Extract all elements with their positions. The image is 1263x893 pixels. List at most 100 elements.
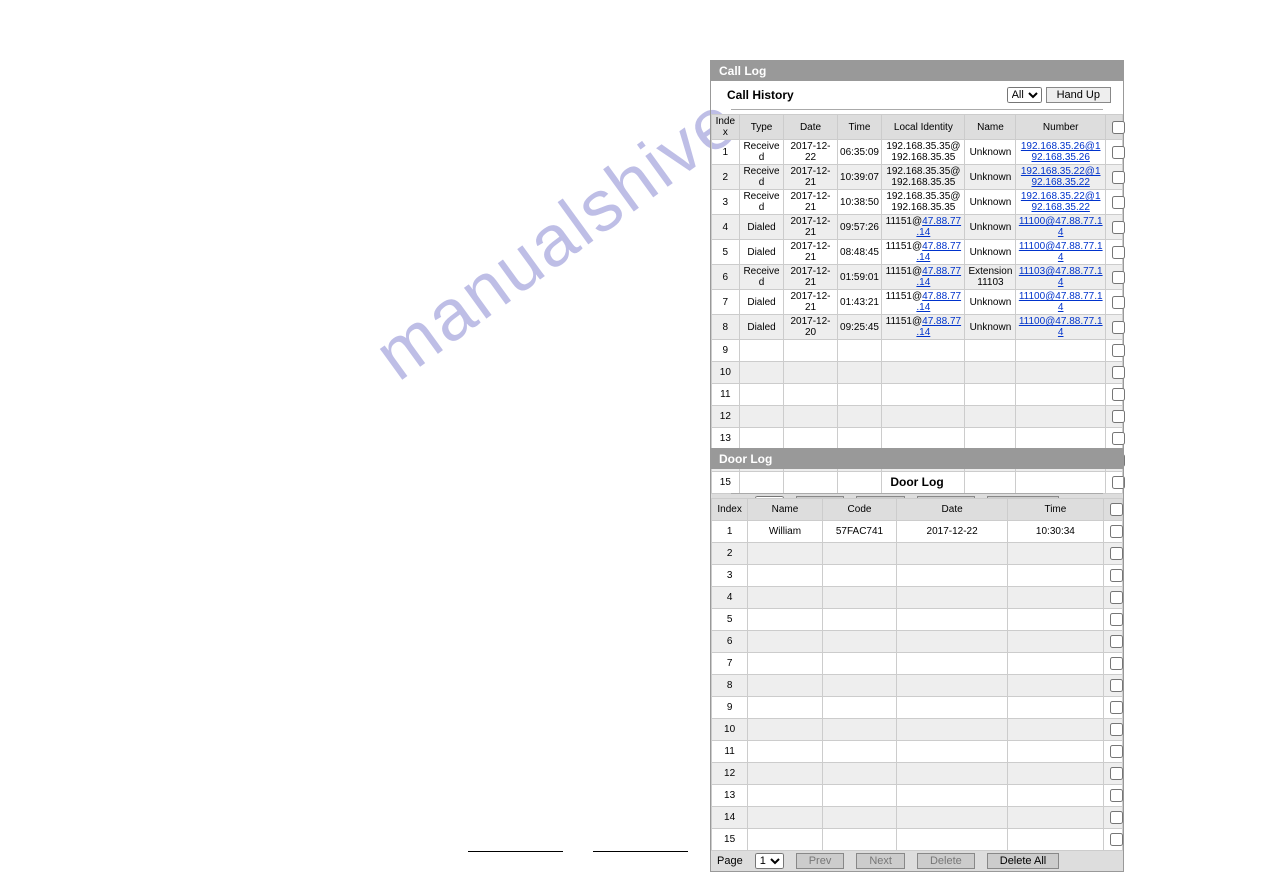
row-checkbox[interactable]: [1110, 723, 1123, 736]
cell: 9: [712, 340, 740, 362]
door-next-button[interactable]: Next: [856, 853, 905, 869]
cell: [784, 428, 837, 450]
cell: [784, 340, 837, 362]
cell: Unknown: [965, 215, 1016, 240]
row-checkbox[interactable]: [1112, 432, 1125, 445]
row-checkbox[interactable]: [1110, 789, 1123, 802]
row-checkbox[interactable]: [1112, 171, 1125, 184]
cell: [1007, 675, 1103, 697]
cell: Received: [739, 165, 784, 190]
table-row: 9: [712, 340, 1123, 362]
cell: 12: [712, 406, 740, 428]
row-checkbox[interactable]: [1112, 321, 1125, 334]
number-link[interactable]: 192.168.35.22@192.168.35.22: [1021, 166, 1101, 188]
door-prev-button[interactable]: Prev: [796, 853, 845, 869]
row-checkbox[interactable]: [1112, 366, 1125, 379]
call-col-header: Type: [739, 115, 784, 140]
cell: 08:48:45: [837, 240, 882, 265]
row-checkbox[interactable]: [1112, 296, 1125, 309]
cell: [882, 406, 965, 428]
row-checkbox[interactable]: [1112, 196, 1125, 209]
number-link[interactable]: 11100@47.88.77.14: [1019, 241, 1103, 263]
cell: [1103, 763, 1122, 785]
cell: [822, 741, 897, 763]
row-checkbox[interactable]: [1110, 613, 1123, 626]
cell: [897, 675, 1008, 697]
cell: [1105, 315, 1122, 340]
cell: 15: [712, 829, 748, 851]
cell: [1103, 697, 1122, 719]
row-checkbox[interactable]: [1110, 701, 1123, 714]
row-checkbox[interactable]: [1112, 246, 1125, 259]
door-select-all-checkbox[interactable]: [1110, 503, 1123, 516]
number-link[interactable]: 11100@47.88.77.14: [1019, 291, 1103, 313]
number-link[interactable]: 192.168.35.22@192.168.35.22: [1021, 191, 1101, 213]
row-checkbox[interactable]: [1110, 811, 1123, 824]
row-checkbox[interactable]: [1112, 344, 1125, 357]
ip-link[interactable]: 47.88.77.14: [916, 291, 961, 313]
table-row: 1William57FAC7412017-12-2210:30:34: [712, 521, 1123, 543]
row-checkbox[interactable]: [1110, 569, 1123, 582]
row-checkbox[interactable]: [1112, 221, 1125, 234]
ip-link[interactable]: 47.88.77.14: [916, 241, 961, 263]
row-checkbox[interactable]: [1110, 635, 1123, 648]
cell: Unknown: [965, 290, 1016, 315]
row-checkbox[interactable]: [1110, 679, 1123, 692]
door-page-select[interactable]: 1: [755, 853, 784, 869]
door-delete-button[interactable]: Delete: [917, 853, 975, 869]
cell: [822, 543, 897, 565]
cell: 11151@47.88.77.14: [882, 290, 965, 315]
cell: 11100@47.88.77.14: [1016, 315, 1105, 340]
cell: [739, 340, 784, 362]
row-checkbox[interactable]: [1112, 410, 1125, 423]
number-link[interactable]: 192.168.35.26@192.168.35.26: [1021, 141, 1101, 163]
call-log-title: Call Log: [711, 61, 1123, 81]
watermark: manualshive: [360, 79, 753, 396]
cell: 11100@47.88.77.14: [1016, 240, 1105, 265]
call-select-all-checkbox[interactable]: [1112, 121, 1125, 134]
ip-link[interactable]: 47.88.77.14: [916, 266, 961, 288]
cell: [897, 543, 1008, 565]
cell: 2017-12-21: [784, 165, 837, 190]
cell: [965, 428, 1016, 450]
cell: Unknown: [965, 315, 1016, 340]
number-link[interactable]: 11103@47.88.77.14: [1019, 266, 1103, 288]
row-checkbox[interactable]: [1110, 745, 1123, 758]
row-checkbox[interactable]: [1110, 591, 1123, 604]
row-checkbox[interactable]: [1110, 657, 1123, 670]
cell: [1016, 384, 1105, 406]
number-link[interactable]: 11100@47.88.77.14: [1019, 316, 1103, 338]
table-row: 9: [712, 697, 1123, 719]
cell: [822, 609, 897, 631]
cell: [822, 565, 897, 587]
ip-link[interactable]: 47.88.77.14: [916, 316, 961, 338]
row-checkbox[interactable]: [1110, 767, 1123, 780]
row-checkbox[interactable]: [1112, 146, 1125, 159]
cell: [1016, 340, 1105, 362]
cell: [897, 741, 1008, 763]
row-checkbox[interactable]: [1110, 547, 1123, 560]
cell: [1105, 428, 1122, 450]
ip-link[interactable]: 47.88.77.14: [916, 216, 961, 238]
cell: [1103, 719, 1122, 741]
cell: [822, 653, 897, 675]
row-checkbox[interactable]: [1112, 388, 1125, 401]
call-filter-select[interactable]: All: [1007, 87, 1042, 103]
cell: [897, 565, 1008, 587]
table-row: 11: [712, 384, 1123, 406]
table-row: 10: [712, 362, 1123, 384]
row-checkbox[interactable]: [1110, 833, 1123, 846]
cell: [1007, 829, 1103, 851]
cell: 3: [712, 190, 740, 215]
row-checkbox[interactable]: [1112, 271, 1125, 284]
cell: [897, 719, 1008, 741]
number-link[interactable]: 11100@47.88.77.14: [1019, 216, 1103, 238]
hand-up-button[interactable]: Hand Up: [1046, 87, 1111, 103]
row-checkbox[interactable]: [1110, 525, 1123, 538]
cell: 2: [712, 543, 748, 565]
cell: [1103, 587, 1122, 609]
door-delete-all-button[interactable]: Delete All: [987, 853, 1059, 869]
call-col-header: Time: [837, 115, 882, 140]
cell: [1103, 543, 1122, 565]
cell: Received: [739, 190, 784, 215]
